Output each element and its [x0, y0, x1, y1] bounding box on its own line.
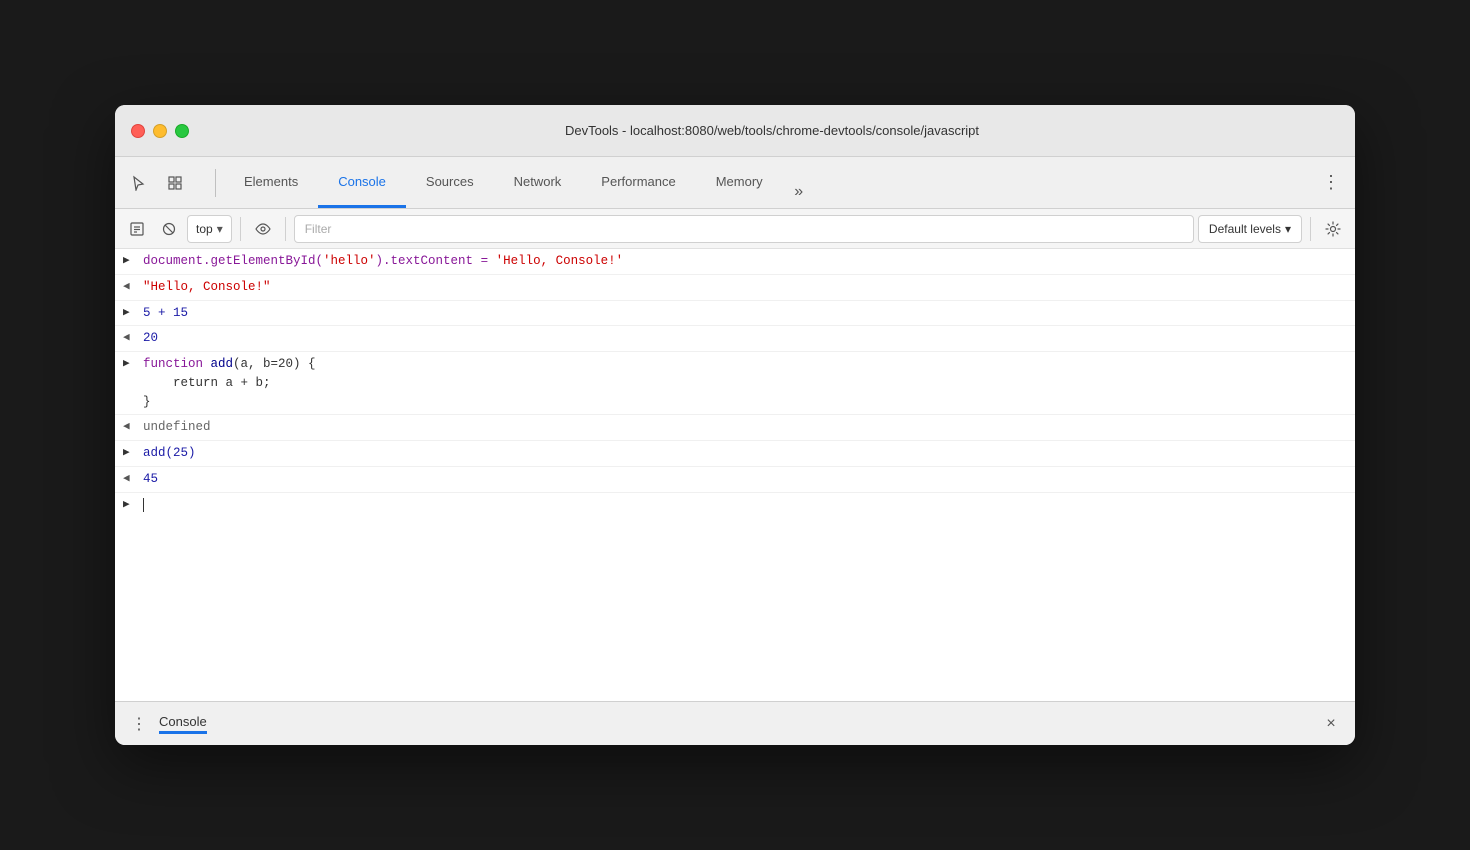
console-entry-4: ◀ 20	[115, 326, 1355, 352]
console-entry-8: ◀ 45	[115, 467, 1355, 493]
settings-icon-button[interactable]	[1319, 215, 1347, 243]
code-span: 20	[143, 331, 158, 345]
levels-dropdown-icon: ▾	[1285, 222, 1291, 236]
log-levels-button[interactable]: Default levels ▾	[1198, 215, 1302, 243]
entry-arrow-5: ▶	[123, 356, 143, 373]
code-span: 5 + 15	[143, 306, 188, 320]
tab-sources[interactable]: Sources	[406, 157, 494, 208]
traffic-lights	[131, 124, 189, 138]
toolbar-divider-3	[1310, 217, 1311, 241]
entry-content-5: function add(a, b=20) { return a + b; }	[143, 355, 1347, 411]
bottom-tab-label: Console	[159, 714, 207, 734]
block-icon-button[interactable]	[155, 215, 183, 243]
code-span: return a + b;	[143, 376, 271, 390]
context-dropdown-icon: ▾	[217, 222, 223, 236]
minimize-button[interactable]	[153, 124, 167, 138]
entry-arrow-6: ◀	[123, 419, 143, 436]
toolbar-divider-2	[285, 217, 286, 241]
entry-content-2: "Hello, Console!"	[143, 278, 1347, 297]
bottom-close-button[interactable]: ×	[1319, 712, 1343, 736]
entry-arrow-8: ◀	[123, 471, 143, 488]
code-span: document.getElementById(	[143, 254, 323, 268]
code-span: undefined	[143, 420, 211, 434]
console-output[interactable]: ▶ document.getElementById('hello').textC…	[115, 249, 1355, 701]
console-entry-5: ▶ function add(a, b=20) { return a + b; …	[115, 352, 1355, 415]
console-entry-1: ▶ document.getElementById('hello').textC…	[115, 249, 1355, 275]
active-input-content[interactable]	[143, 496, 1347, 515]
entry-content-6: undefined	[143, 418, 1347, 437]
code-span: add	[211, 357, 234, 371]
code-span: add(25)	[143, 446, 196, 460]
devtools-window: DevTools - localhost:8080/web/tools/chro…	[115, 105, 1355, 745]
filter-input[interactable]	[294, 215, 1194, 243]
entry-arrow-7: ▶	[123, 445, 143, 462]
tab-bar-right: ⋮	[1315, 167, 1347, 199]
entry-arrow-1: ▶	[123, 253, 143, 270]
code-span: 'Hello, Console!'	[496, 254, 624, 268]
tab-network[interactable]: Network	[494, 157, 582, 208]
context-value: top	[196, 222, 213, 236]
title-bar: DevTools - localhost:8080/web/tools/chro…	[115, 105, 1355, 157]
console-entry-3: ▶ 5 + 15	[115, 301, 1355, 327]
cursor	[143, 498, 144, 512]
inspect-icon-button[interactable]	[159, 167, 191, 199]
entry-content-1: document.getElementById('hello').textCon…	[143, 252, 1347, 271]
tab-icons	[123, 167, 191, 199]
cursor-icon-button[interactable]	[123, 167, 155, 199]
entry-arrow-3: ▶	[123, 305, 143, 322]
bottom-bar: ⋮ Console ×	[115, 701, 1355, 745]
code-span: ).textContent =	[376, 254, 496, 268]
window-title: DevTools - localhost:8080/web/tools/chro…	[205, 123, 1339, 138]
code-span: 45	[143, 472, 158, 486]
tab-divider	[215, 169, 216, 197]
eye-icon-button[interactable]	[249, 215, 277, 243]
tab-memory[interactable]: Memory	[696, 157, 783, 208]
console-active-input[interactable]: ▶	[115, 493, 1355, 518]
tab-bar: Elements Console Sources Network Perform…	[115, 157, 1355, 209]
code-span: (a, b=20) {	[233, 357, 316, 371]
console-entry-7: ▶ add(25)	[115, 441, 1355, 467]
entry-content-8: 45	[143, 470, 1347, 489]
code-span: }	[143, 395, 151, 409]
maximize-button[interactable]	[175, 124, 189, 138]
entry-content-3: 5 + 15	[143, 304, 1347, 323]
toolbar-divider	[240, 217, 241, 241]
more-options-button[interactable]: ⋮	[1315, 167, 1347, 199]
levels-label: Default levels	[1209, 222, 1281, 236]
entry-content-7: add(25)	[143, 444, 1347, 463]
code-span: "Hello, Console!"	[143, 280, 271, 294]
entry-arrow-2: ◀	[123, 279, 143, 296]
tab-performance[interactable]: Performance	[581, 157, 695, 208]
context-selector[interactable]: top ▾	[187, 215, 232, 243]
active-input-arrow: ▶	[123, 497, 143, 514]
more-tabs-button[interactable]: »	[783, 176, 815, 208]
console-entry-6: ◀ undefined	[115, 415, 1355, 441]
entry-content-4: 20	[143, 329, 1347, 348]
tab-elements[interactable]: Elements	[224, 157, 318, 208]
console-toolbar: top ▾ Default levels ▾	[115, 209, 1355, 249]
close-button[interactable]	[131, 124, 145, 138]
bottom-more-button[interactable]: ⋮	[127, 712, 151, 736]
tab-console[interactable]: Console	[318, 157, 406, 208]
code-span: 'hello'	[323, 254, 376, 268]
clear-console-button[interactable]	[123, 215, 151, 243]
tabs: Elements Console Sources Network Perform…	[224, 157, 815, 208]
code-span: function	[143, 357, 211, 371]
entry-arrow-4: ◀	[123, 330, 143, 347]
console-entry-2: ◀ "Hello, Console!"	[115, 275, 1355, 301]
